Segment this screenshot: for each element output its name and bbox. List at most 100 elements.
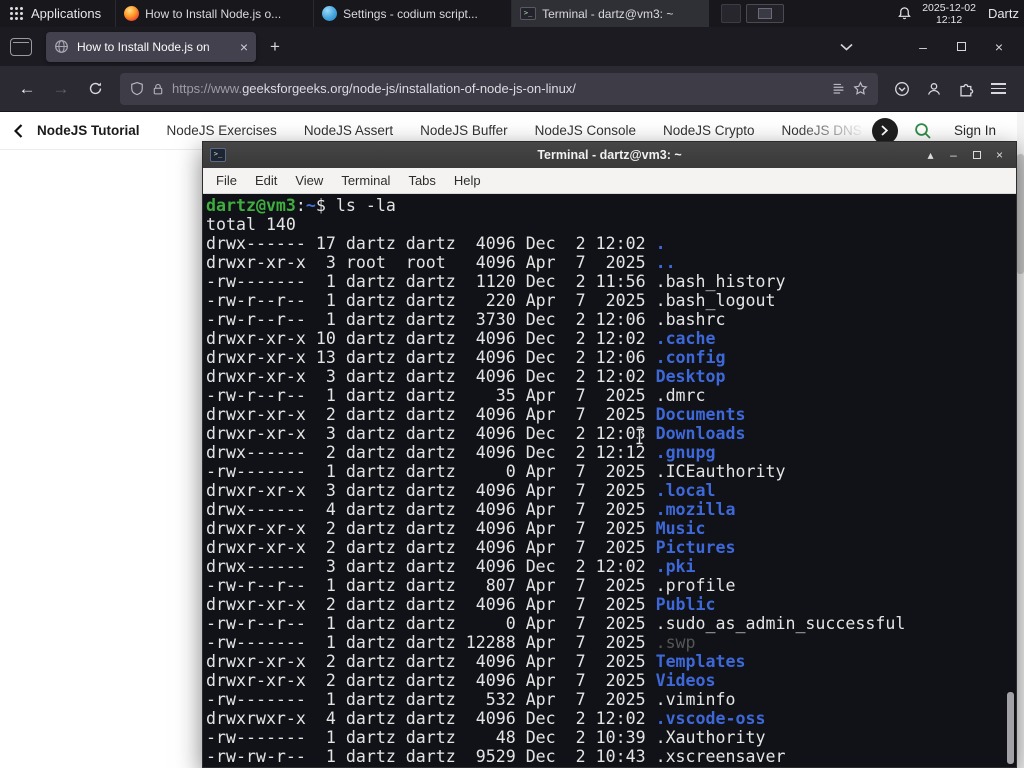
file-name: Music <box>655 519 706 538</box>
account-icon[interactable] <box>918 73 950 105</box>
terminal-ls-line: drwxr-xr-x 10 dartz dartz 4096 Dec 2 12:… <box>206 329 1016 348</box>
site-nav-item[interactable]: NodeJS Buffer <box>420 123 508 138</box>
window-minimize-button[interactable]: – <box>908 34 938 60</box>
lock-icon[interactable] <box>152 82 164 96</box>
tab-title: How to Install Node.js on <box>77 39 232 54</box>
forward-button[interactable]: → <box>44 73 78 105</box>
ls-entry-meta: drwxr-xr-x 2 dartz dartz 4096 Apr 7 2025 <box>206 538 656 557</box>
site-nav-item[interactable]: NodeJS DNS <box>782 123 862 138</box>
taskbar-button-label: How to Install Node.js o... <box>145 6 282 21</box>
url-bar[interactable]: https://www.geeksforgeeks.org/node-js/in… <box>120 72 878 105</box>
file-name: .gnupg <box>655 443 716 462</box>
applications-menu-button[interactable]: Applications <box>0 0 111 27</box>
applications-grid-icon <box>10 7 23 20</box>
reader-view-icon[interactable] <box>832 82 845 95</box>
terminal-close-button[interactable]: × <box>990 145 1009 165</box>
extensions-puzzle-icon[interactable] <box>950 73 982 105</box>
pocket-save-icon[interactable] <box>886 73 918 105</box>
terminal-titlebar[interactable]: >_ Terminal - dartz@vm3: ~ ▴ – × <box>203 142 1016 168</box>
notification-bell-icon[interactable] <box>897 6 912 21</box>
reload-button[interactable] <box>78 73 112 105</box>
terminal-ls-line: drwxr-xr-x 3 root root 4096 Apr 7 2025 .… <box>206 253 1016 272</box>
ls-entry-meta: drwxr-xr-x 3 dartz dartz 4096 Apr 7 2025 <box>206 481 656 500</box>
ls-entry-meta: drwxr-xr-x 3 dartz dartz 4096 Dec 2 12:0… <box>206 424 656 443</box>
tabbar-right-controls: – × <box>832 34 1014 60</box>
terminal-menu-view[interactable]: View <box>286 168 332 193</box>
terminal-ls-line: drwxr-xr-x 2 dartz dartz 4096 Apr 7 2025… <box>206 671 1016 690</box>
ls-entry-meta: drwxr-xr-x 2 dartz dartz 4096 Apr 7 2025 <box>206 405 656 424</box>
command-text: ls -la <box>335 196 396 215</box>
site-nav-item[interactable]: NodeJS Crypto <box>663 123 755 138</box>
ls-entry-meta: -rw------- 1 dartz dartz 532 Apr 7 2025 <box>206 690 656 709</box>
ls-entry-meta: drwxr-xr-x 3 dartz dartz 4096 Dec 2 12:0… <box>206 367 656 386</box>
hamburger-lines <box>990 82 1006 95</box>
terminal-ls-line: -rw------- 1 dartz dartz 532 Apr 7 2025 … <box>206 690 1016 709</box>
terminal-menu-file[interactable]: File <box>207 168 246 193</box>
terminal-ls-line: drwxr-xr-x 3 dartz dartz 4096 Apr 7 2025… <box>206 481 1016 500</box>
nav-prev-chevron-icon[interactable] <box>14 123 23 138</box>
file-name: .xscreensaver <box>655 747 786 766</box>
mouse-cursor-ibeam-icon <box>634 427 645 451</box>
workspace-pager[interactable] <box>746 4 785 23</box>
desktop-screen: Applications How to Install Node.js o...… <box>0 0 1024 768</box>
file-name: .. <box>655 253 676 272</box>
file-name: Public <box>655 595 716 614</box>
ls-entry-meta: -rw------- 1 dartz dartz 48 Dec 2 10:39 <box>206 728 656 747</box>
panel-clock[interactable]: 2025-12-02 12:12 <box>922 2 976 26</box>
site-nav-item[interactable]: NodeJS Exercises <box>167 123 277 138</box>
window-close-button[interactable]: × <box>984 34 1014 60</box>
maximize-square-icon <box>972 151 981 159</box>
terminal-minimize-button[interactable]: – <box>944 145 963 165</box>
terminal-ls-line: -rw------- 1 dartz dartz 1120 Dec 2 11:5… <box>206 272 1016 291</box>
sign-in-button[interactable]: Sign In <box>954 123 996 138</box>
bookmark-star-icon[interactable] <box>853 81 868 96</box>
search-icon[interactable] <box>914 122 932 140</box>
globe-icon <box>54 39 69 54</box>
terminal-window-controls: ▴ – × <box>921 145 1009 165</box>
terminal-output-area[interactable]: dartz@vm3:~$ ls -la total 140 drwx------ 1… <box>203 194 1016 767</box>
site-nav-item[interactable]: NodeJS Console <box>535 123 636 138</box>
terminal-menu-edit[interactable]: Edit <box>246 168 286 193</box>
tab-close-icon[interactable]: × <box>240 40 248 54</box>
ls-entry-meta: -rw-r--r-- 1 dartz dartz 0 Apr 7 2025 <box>206 614 656 633</box>
browser-scrollbar-thumb[interactable] <box>1017 154 1024 274</box>
file-name: .bash_logout <box>655 291 776 310</box>
site-nav-item[interactable]: NodeJS Tutorial <box>37 123 140 138</box>
terminal-scrollbar-thumb[interactable] <box>1007 692 1014 764</box>
terminal-menu-help[interactable]: Help <box>445 168 490 193</box>
browser-tab[interactable]: How to Install Node.js on × <box>46 31 256 62</box>
terminal-shade-button[interactable]: ▴ <box>921 145 940 165</box>
file-name: Videos <box>655 671 716 690</box>
terminal-ls-line: -rw-r--r-- 1 dartz dartz 807 Apr 7 2025 … <box>206 576 1016 595</box>
back-button[interactable]: ← <box>10 73 44 105</box>
terminal-menu-terminal[interactable]: Terminal <box>332 168 399 193</box>
taskbar-button-codium[interactable]: Settings - codium script... <box>313 0 511 27</box>
codium-icon <box>322 6 338 21</box>
show-desktop-button[interactable] <box>721 4 742 23</box>
taskbar-button-firefox[interactable]: How to Install Node.js o... <box>115 0 313 27</box>
taskbar-button-terminal[interactable]: >_ Terminal - dartz@vm3: ~ <box>511 0 710 27</box>
terminal-ls-line: drwx------ 4 dartz dartz 4096 Apr 7 2025… <box>206 500 1016 519</box>
ls-entry-meta: -rw-r--r-- 1 dartz dartz 3730 Dec 2 12:0… <box>206 310 656 329</box>
file-name: .vscode-oss <box>655 709 766 728</box>
list-all-tabs-chevron-icon[interactable] <box>832 34 860 60</box>
nav-next-chevron-button[interactable] <box>871 117 898 144</box>
tracking-shield-icon[interactable] <box>130 81 144 96</box>
terminal-ls-line: -rw------- 1 dartz dartz 48 Dec 2 10:39 … <box>206 728 1016 747</box>
terminal-window-title: Terminal - dartz@vm3: ~ <box>537 148 682 162</box>
terminal-window: >_ Terminal - dartz@vm3: ~ ▴ – × File Edi… <box>202 141 1017 768</box>
ls-entry-meta: -rw-r--r-- 1 dartz dartz 807 Apr 7 2025 <box>206 576 656 595</box>
ls-entry-meta: -rw------- 1 dartz dartz 0 Apr 7 2025 <box>206 462 656 481</box>
firefox-view-icon[interactable] <box>10 37 32 56</box>
terminal-menu-tabs[interactable]: Tabs <box>399 168 444 193</box>
terminal-maximize-button[interactable] <box>967 145 986 165</box>
top-panel: Applications How to Install Node.js o...… <box>0 0 1024 27</box>
file-name: Documents <box>655 405 746 424</box>
site-nav-item[interactable]: NodeJS Assert <box>304 123 393 138</box>
window-maximize-button[interactable] <box>946 34 976 60</box>
browser-scrollbar[interactable] <box>1017 112 1024 768</box>
new-tab-button[interactable]: + <box>262 34 288 60</box>
terminal-lines: dartz@vm3:~$ ls -la total 140 drwx------ 1… <box>206 196 1016 766</box>
menu-hamburger-icon[interactable] <box>982 73 1014 105</box>
file-name: Desktop <box>655 367 726 386</box>
